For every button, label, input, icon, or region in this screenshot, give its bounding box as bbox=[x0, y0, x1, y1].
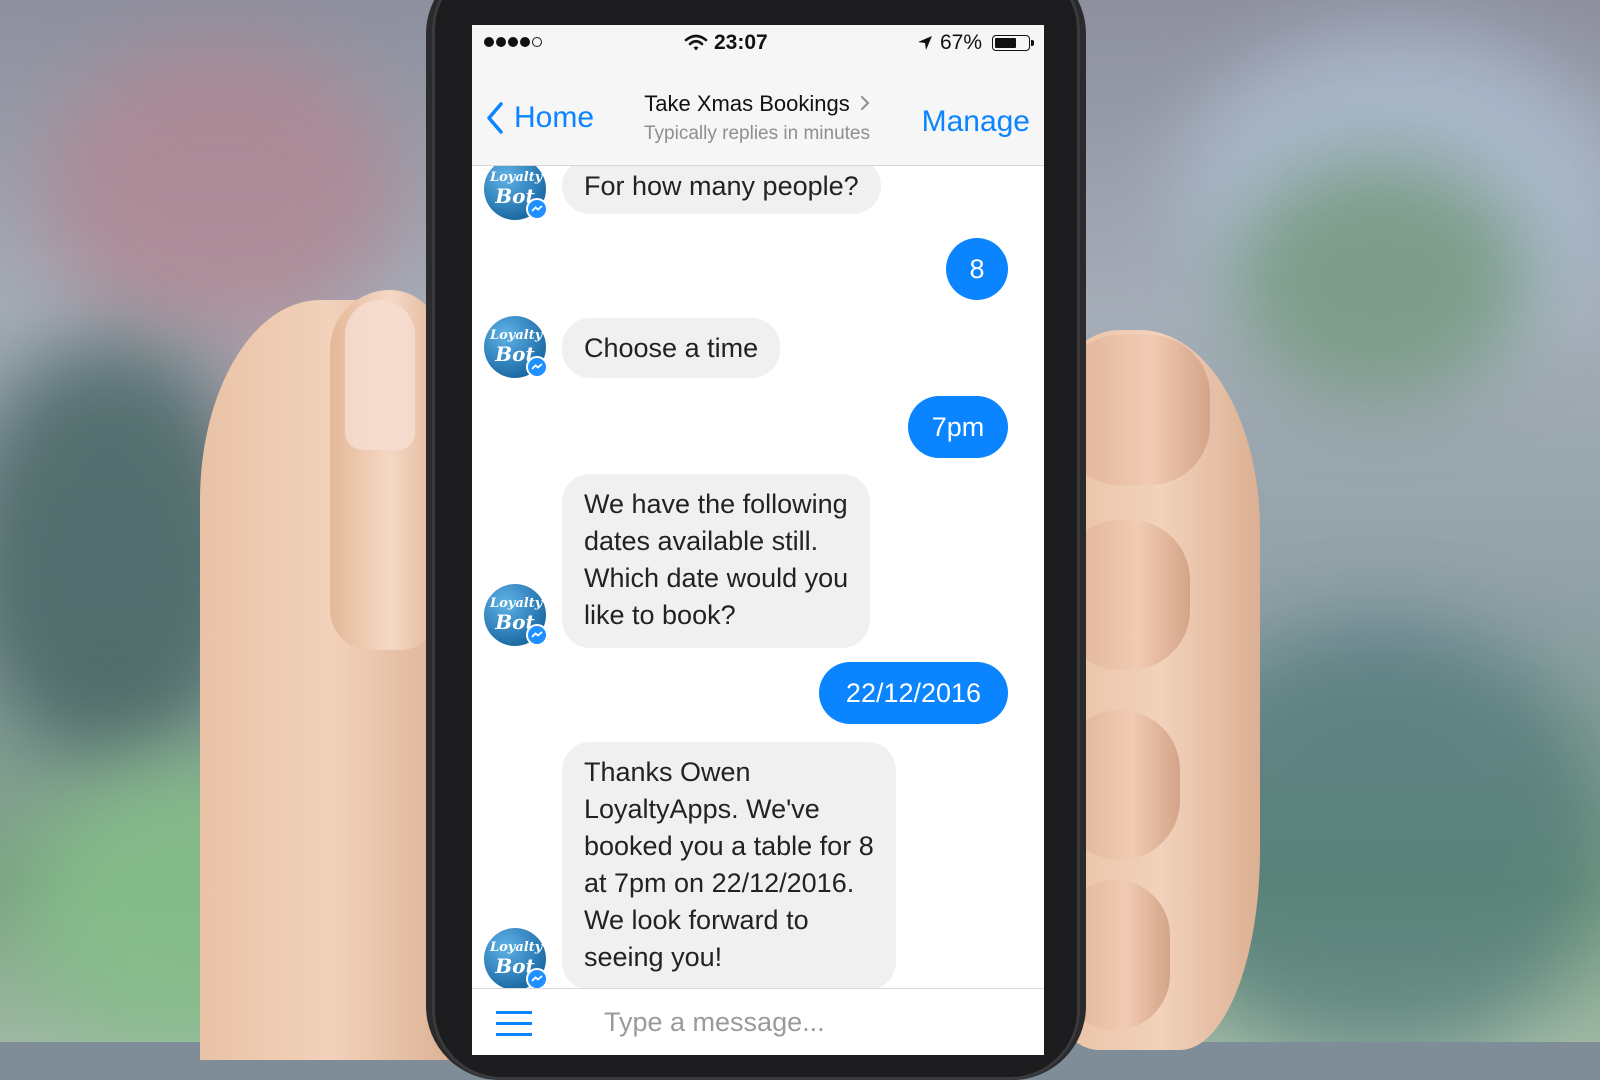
message-line: Which date would you bbox=[584, 563, 849, 593]
status-bar: 23:07 67% bbox=[472, 25, 1044, 61]
message-line: Thanks Owen bbox=[584, 757, 751, 787]
message-line: at 7pm on 22/12/2016. bbox=[584, 868, 855, 898]
message-line: booked you a table for 8 bbox=[584, 831, 874, 861]
messenger-badge-icon bbox=[526, 356, 548, 378]
bot-message-bubble[interactable]: Choose a time bbox=[562, 318, 781, 378]
battery-icon bbox=[992, 35, 1030, 51]
hamburger-menu-icon[interactable] bbox=[496, 1011, 532, 1037]
message-line: We have the following bbox=[584, 489, 848, 519]
messenger-badge-icon bbox=[526, 968, 548, 988]
bot-message-bubble[interactable]: We have the following dates available st… bbox=[562, 474, 871, 648]
phone-screen: 23:07 67% Home Take Xmas Bookings Typica… bbox=[472, 25, 1044, 1055]
message-composer bbox=[472, 988, 1044, 1055]
background-blur-shape bbox=[40, 40, 400, 340]
battery-level bbox=[995, 38, 1016, 48]
bot-avatar[interactable]: Loyalty Bot bbox=[484, 166, 548, 220]
message-text: 22/12/2016 bbox=[845, 678, 982, 708]
bot-avatar[interactable]: Loyalty Bot bbox=[484, 316, 548, 378]
message-line: like to book? bbox=[584, 600, 736, 630]
messenger-badge-icon bbox=[526, 624, 548, 646]
message-list[interactable]: Loyalty Bot For how many people? 8 Loyalt… bbox=[472, 166, 1044, 988]
message-line: LoyaltyApps. We've bbox=[584, 794, 820, 824]
reply-time-subtitle: Typically replies in minutes bbox=[644, 123, 870, 144]
bot-message-bubble[interactable]: For how many people? bbox=[562, 166, 881, 214]
navigation-bar: Home Take Xmas Bookings Typically replie… bbox=[472, 61, 1044, 166]
back-label: Home bbox=[514, 101, 595, 134]
title-text: Take Xmas Bookings bbox=[644, 91, 850, 116]
signal-dots-icon bbox=[484, 37, 542, 47]
user-message-bubble[interactable]: 7pm bbox=[908, 396, 1008, 458]
bot-avatar[interactable]: Loyalty Bot bbox=[484, 584, 548, 646]
message-text: 8 bbox=[969, 254, 985, 284]
background-blur-shape bbox=[1230, 160, 1530, 400]
message-line: seeing you! bbox=[584, 942, 723, 972]
status-time: 23:07 bbox=[714, 31, 768, 54]
messenger-badge-icon bbox=[526, 198, 548, 220]
message-text: 7pm bbox=[931, 412, 985, 442]
location-arrow-icon bbox=[916, 34, 934, 58]
user-message-bubble[interactable]: 8 bbox=[946, 238, 1008, 300]
message-text: Choose a time bbox=[584, 333, 759, 363]
user-message-bubble[interactable]: 22/12/2016 bbox=[819, 662, 1008, 724]
conversation-title-button[interactable]: Take Xmas Bookings Typically replies in … bbox=[622, 91, 892, 145]
message-line: dates available still. bbox=[584, 526, 819, 556]
manage-button[interactable]: Manage bbox=[922, 105, 1030, 139]
thumb-nail bbox=[345, 300, 415, 450]
wifi-icon bbox=[684, 33, 708, 59]
message-input[interactable] bbox=[602, 999, 1026, 1045]
message-line: We look forward to bbox=[584, 905, 809, 935]
battery-cap bbox=[1031, 40, 1034, 46]
back-button[interactable]: Home bbox=[486, 101, 594, 135]
chevron-right-icon bbox=[860, 91, 870, 117]
message-text: For how many people? bbox=[584, 171, 859, 201]
bot-avatar[interactable]: Loyalty Bot bbox=[484, 928, 548, 988]
bot-message-bubble[interactable]: Thanks Owen LoyaltyApps. We've booked yo… bbox=[562, 742, 896, 988]
conversation-title: Take Xmas Bookings bbox=[622, 91, 892, 117]
battery-percent: 67% bbox=[940, 31, 983, 54]
chevron-left-icon bbox=[487, 102, 503, 134]
